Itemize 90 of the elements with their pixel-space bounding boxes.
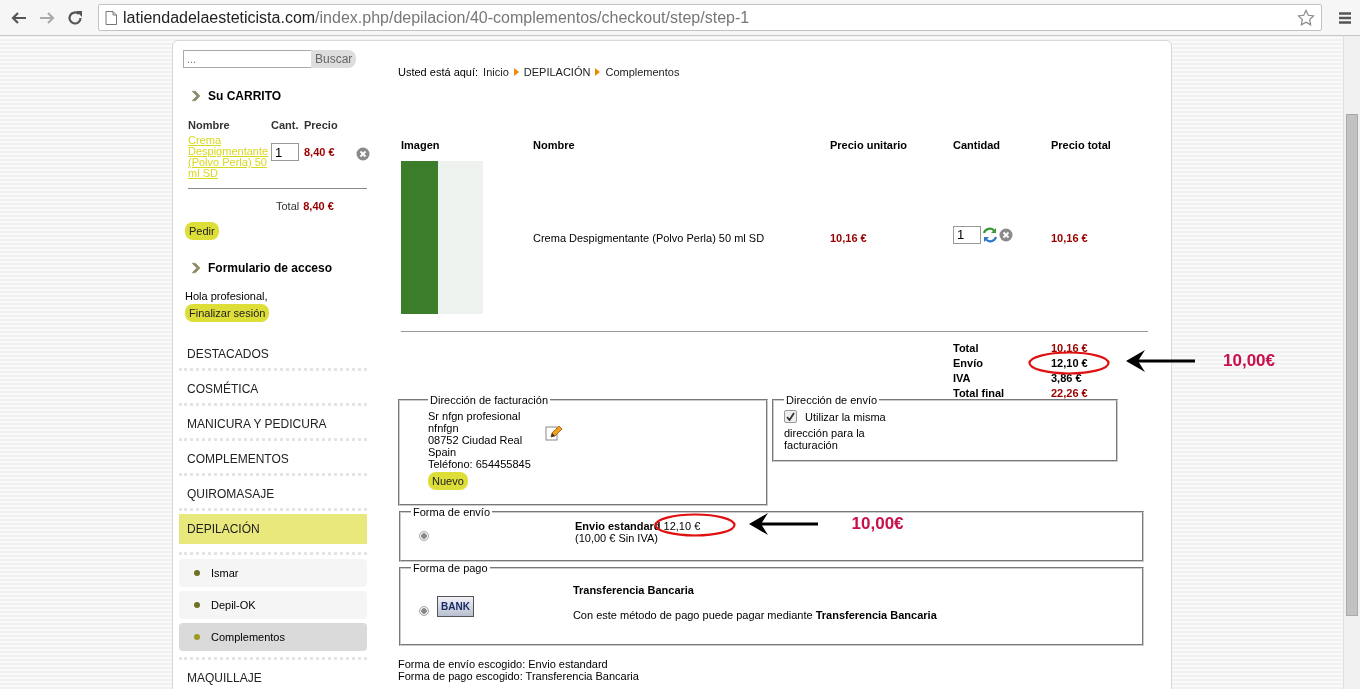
menu-item[interactable]: COMPLEMENTOS (179, 441, 367, 476)
forward-arrow-icon[interactable] (38, 9, 56, 26)
total-value: 8,40 € (303, 200, 334, 212)
total-value: 3,86 € (1051, 372, 1082, 384)
menu-item[interactable]: MAQUILLAJE (179, 660, 367, 689)
address-line: Teléfono: 654455845 (428, 458, 531, 470)
section-legend: Forma de pago (411, 562, 490, 574)
column-header: Nombre (533, 139, 576, 151)
menu-item[interactable]: COSMÉTICA (179, 371, 367, 406)
new-address-button[interactable]: Nuevo (428, 472, 468, 490)
radio-button[interactable] (419, 606, 429, 616)
triangle-icon (513, 68, 519, 76)
radio-button[interactable] (419, 531, 429, 541)
summary-line: Forma de envío escogido: Envio estandard (398, 658, 609, 670)
column-header: Cant. (271, 119, 300, 131)
submenu-item[interactable]: Ismar (179, 559, 367, 587)
column-header: Imagen (401, 139, 441, 151)
module-title: Su CARRITO (208, 89, 282, 103)
greeting-text: Hola profesional, (185, 290, 269, 302)
chevron-icon (191, 90, 200, 102)
remove-icon[interactable] (356, 147, 370, 161)
payment-description: Con este método de pago puede pagar mediante Transferencia Bancaria (572, 609, 937, 621)
quantity-field[interactable]: 1 (953, 225, 981, 244)
triangle-icon (595, 68, 601, 76)
price-text: 10,16 € (830, 231, 868, 244)
total-value: 10,16 € (1051, 342, 1088, 354)
chevron-icon (191, 262, 200, 274)
annotation-text: 10,00€ (851, 514, 904, 534)
address-line: Spain (428, 446, 458, 458)
logout-button[interactable]: Finalizar sesión (185, 304, 270, 322)
url-text: latiendadelaesteticista.com/index.php/depilacion/40-complementos/checkout/step/step-1 (123, 8, 750, 27)
address-line: nfnfgn (428, 422, 460, 434)
note-text: dirección para la facturación (784, 427, 866, 451)
total-value: 22,26 € (1051, 387, 1088, 399)
checkbox[interactable] (784, 410, 797, 423)
price-text: 10,16 € (1051, 231, 1089, 244)
submenu-item[interactable]: Depil-OK (179, 591, 367, 619)
total-label: Total (276, 200, 300, 212)
search-field[interactable]: ... (183, 50, 313, 68)
breadcrumb-label: Usted está aquí: (398, 66, 479, 78)
menu-item[interactable]: DEPILACIÓN (179, 514, 367, 544)
pencil-note-icon[interactable] (544, 424, 563, 442)
scrollbar[interactable] (1343, 36, 1360, 689)
shipping-note: (10,00 € Sin IVA) (575, 532, 659, 544)
back-arrow-icon[interactable] (10, 9, 28, 26)
menu-item[interactable]: QUIROMASAJE (179, 476, 367, 511)
address-bar[interactable]: latiendadelaesteticista.com/index.php/depilacion/40-complementos/checkout/step/step-1 (98, 4, 1322, 31)
price-text: 8,40 € (304, 146, 336, 158)
total-label: IVA (953, 372, 972, 384)
quantity-field[interactable]: 1 (271, 143, 299, 161)
annotation-text: 10,00€ (1223, 351, 1275, 371)
product-name: Crema Despigmentante (Polvo Perla) 50 ml SD (533, 231, 766, 244)
total-value: 12,10 € (1051, 357, 1088, 369)
menu-item[interactable]: DESTACADOS (179, 336, 367, 371)
total-label: Envío (953, 357, 984, 369)
section-legend: Forma de envío (411, 506, 493, 518)
arrow-icon (747, 511, 820, 537)
module-title: Formulario de acceso (208, 261, 333, 275)
bank-logo: BANK (437, 596, 474, 617)
remove-icon[interactable] (999, 227, 1013, 242)
shipping-price: 12,10 € (663, 520, 701, 532)
checkmark-icon (786, 412, 795, 421)
checkbox-label: Utilizar la misma (805, 410, 886, 423)
summary-line: Forma de pago escogido: Transferencia Bancaria (398, 670, 640, 682)
breadcrumb-link[interactable]: DEPILACIÓN (523, 66, 591, 78)
section-legend: Dirección de envío (784, 394, 880, 406)
scrollbar-thumb[interactable] (1346, 114, 1358, 616)
submenu-item[interactable]: Complementos (179, 623, 367, 651)
breadcrumb-link[interactable]: Inicio (483, 66, 509, 78)
page-icon (105, 10, 117, 25)
address-line: 08752 Ciudad Real (428, 434, 524, 446)
breadcrumb-link[interactable]: Complementos (605, 66, 680, 78)
star-icon[interactable] (1297, 8, 1315, 27)
column-header: Precio unitario (830, 139, 909, 151)
section-legend: Dirección de facturación (428, 394, 550, 406)
total-label: Total final (953, 387, 1006, 399)
column-header: Precio total (1051, 139, 1112, 151)
menu-item[interactable]: MANICURA Y PEDICURA (179, 406, 367, 441)
payment-name: Transferencia Bancaria (572, 584, 694, 596)
arrow-icon (1125, 348, 1197, 374)
refresh-icon[interactable] (982, 226, 998, 243)
column-header: Nombre (188, 119, 231, 131)
search-button[interactable]: Buscar (311, 50, 357, 68)
column-header: Precio (304, 119, 339, 131)
reload-icon[interactable] (66, 8, 84, 27)
column-header: Cantidad (953, 139, 1002, 151)
total-label: Total (953, 342, 980, 354)
menu-icon[interactable] (1338, 10, 1352, 25)
order-button[interactable]: Pedir (185, 222, 219, 240)
address-line: Sr nfgn profesional (428, 410, 522, 422)
